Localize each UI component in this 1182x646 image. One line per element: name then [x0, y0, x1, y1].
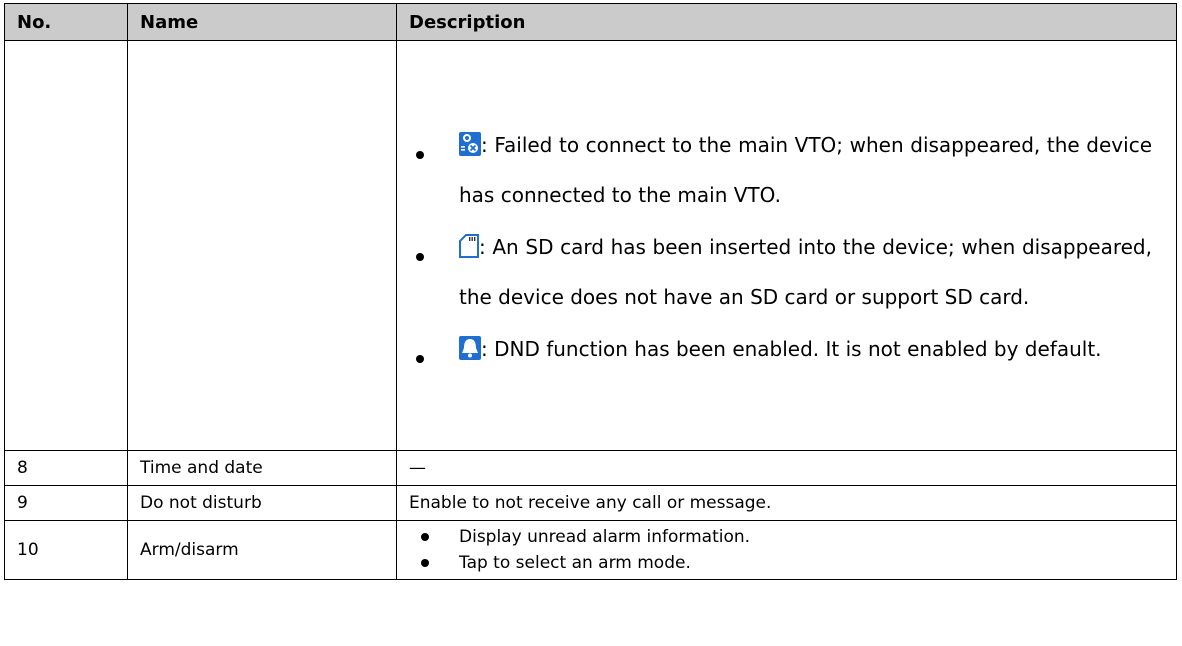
table-row: 8 Time and date — [4, 450, 1177, 486]
vto-disconnected-icon [459, 126, 481, 172]
header-no: No. [4, 3, 128, 41]
header-name: Name [127, 3, 397, 41]
cell-name: Do not disturb [127, 485, 397, 521]
cell-name: Arm/disarm [127, 520, 397, 580]
bullet-icon [416, 354, 424, 363]
dnd-text: : DND function has been enabled. It is n… [481, 336, 1102, 361]
list-item: : Failed to connect to the main VTO; whe… [397, 122, 1176, 218]
bullet-icon [421, 559, 429, 567]
cell-no: 10 [4, 520, 128, 580]
cell-no: 9 [4, 485, 128, 521]
cell-description: Enable to not receive any call or messag… [396, 485, 1177, 521]
cell-no: 8 [4, 450, 128, 486]
bullet-icon [416, 150, 424, 159]
list-item: : DND function has been enabled. It is n… [397, 326, 1176, 376]
cell-description-list: Display unread alarm information. Tap to… [396, 520, 1177, 580]
list-item: Tap to select an arm mode. [421, 550, 1176, 576]
table-row: 9 Do not disturb Enable to not receive a… [4, 485, 1177, 521]
table-header-row: No. Name Description [4, 3, 1177, 41]
cell-no-empty [4, 40, 128, 451]
cell-icon-descriptions: : Failed to connect to the main VTO; whe… [396, 40, 1177, 451]
sd-card-text: : An SD card has been inserted into the … [459, 234, 1152, 309]
list-item-text: Display unread alarm information. [459, 527, 751, 547]
list-item: Display unread alarm information. [421, 524, 1176, 550]
bullet-icon [421, 533, 429, 541]
cell-name: Time and date [127, 450, 397, 486]
table-row: 10 Arm/disarm Display unread alarm infor… [4, 520, 1177, 580]
list-item-text: Tap to select an arm mode. [459, 553, 691, 573]
bullet-icon [416, 252, 424, 261]
cell-name-empty [127, 40, 397, 451]
dnd-bell-icon [459, 330, 481, 376]
table-row: : Failed to connect to the main VTO; whe… [4, 40, 1177, 451]
list-item: : An SD card has been inserted into the … [397, 224, 1176, 320]
description-table: No. Name Description: Failed to connect… [4, 3, 1177, 580]
sd-card-icon [459, 228, 479, 274]
cell-description: — [396, 450, 1177, 486]
vto-disconnected-text: : Failed to connect to the main VTO; whe… [459, 132, 1152, 207]
header-description: Description [396, 3, 1177, 41]
